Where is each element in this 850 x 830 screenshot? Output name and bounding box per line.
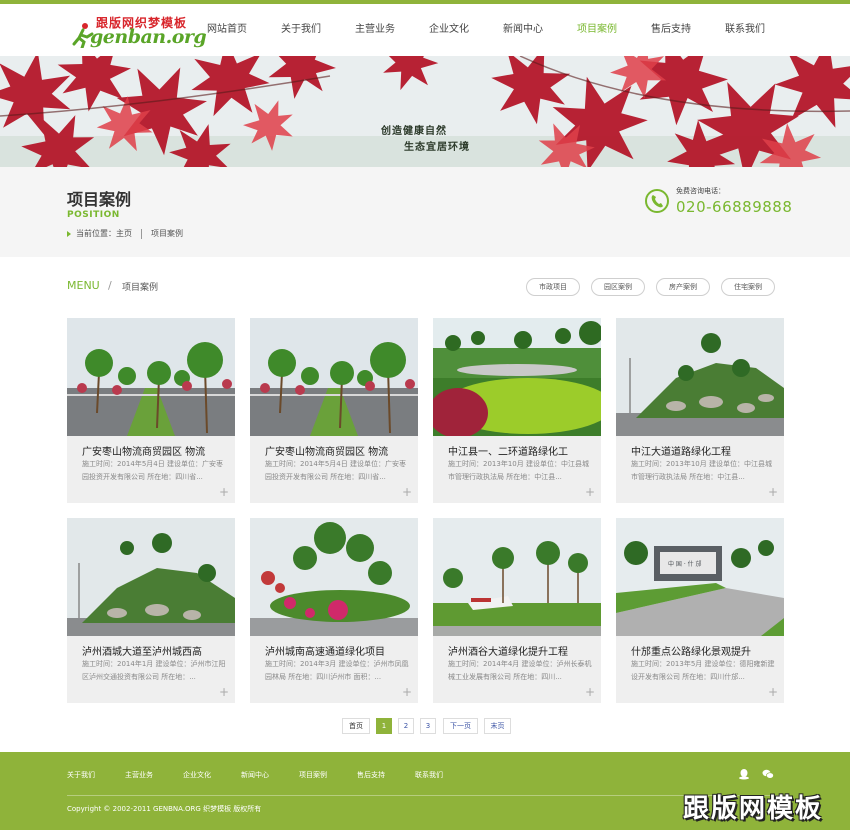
filter-realestate-button[interactable]: 房产案例 [656, 278, 710, 296]
nav-item-news[interactable]: 新闻中心 [486, 4, 560, 56]
project-title[interactable]: 什邡重点公路绿化景观提升 [631, 643, 781, 658]
plus-icon[interactable]: + [402, 686, 412, 698]
footer-link-culture[interactable]: 企业文化 [183, 770, 211, 782]
nav-item-contact[interactable]: 联系我们 [708, 4, 782, 56]
project-title[interactable]: 中江大道道路绿化工程 [631, 443, 781, 458]
project-image[interactable] [433, 518, 601, 636]
project-desc: 施工时间：2014年4月 建设单位：泸州长泰机械工业发展有限公司 所在地：四川.… [448, 660, 592, 681]
menu-slash: / [108, 279, 112, 292]
filter-park-button[interactable]: 园区案例 [591, 278, 645, 296]
banner-slogan-line1: 创造健康自然 [381, 126, 447, 137]
footer-link-projects[interactable]: 项目案例 [299, 770, 327, 782]
project-title[interactable]: 中江县一、二环道路绿化工 [448, 443, 598, 458]
project-desc: 施工时间：2014年1月 建设单位：泸州市江阳区泸州交通投资有限公司 所在地：.… [82, 660, 226, 681]
footer-link-business[interactable]: 主营业务 [125, 770, 153, 782]
project-desc: 施工时间：2014年5月4日 建设单位：广安枣园投资开发有限公司 所在地：四川省… [265, 460, 406, 481]
pagination-next-button[interactable]: 下一页 [443, 718, 478, 734]
project-desc: 施工时间：2013年10月 建设单位：中江县城市管理行政执法局 所在地：中江县.… [448, 460, 589, 481]
project-card[interactable]: 泸州酒城大道至泸州城西高 施工时间：2014年1月 建设单位：泸州市江阳区泸州交… [67, 518, 235, 703]
project-image[interactable]: 中 国 · 什 邡 [616, 518, 784, 636]
pagination-page-2[interactable]: 2 [398, 718, 414, 734]
nav-item-projects[interactable]: 项目案例 [560, 4, 634, 56]
pagination-last-button[interactable]: 末页 [484, 718, 511, 734]
project-image[interactable] [250, 518, 418, 636]
site-footer: 关于我们 主营业务 企业文化 新闻中心 项目案例 售后支持 联系我们 Copyr… [0, 752, 850, 830]
project-desc: 施工时间：2014年3月 建设单位：泸州市凤凰园林局 所在地：四川泸州市 面积：… [265, 660, 409, 681]
footer-social [738, 768, 774, 780]
nav-item-support[interactable]: 售后支持 [634, 4, 708, 56]
project-image[interactable] [67, 318, 235, 436]
site-header: 跟版网织梦模板 genban.org 网站首页 关于我们 主营业务 企业文化 新… [0, 4, 850, 56]
footer-link-contact[interactable]: 联系我们 [415, 770, 443, 782]
project-title[interactable]: 泸州酒谷大道绿化提升工程 [448, 643, 598, 658]
project-desc: 施工时间：2013年10月 建设单位：中江县城市管理行政执法局 所在地：中江县.… [631, 460, 772, 481]
triangle-right-icon [67, 230, 71, 237]
svg-text:中 国 · 什 邡: 中 国 · 什 邡 [668, 560, 702, 568]
plus-icon[interactable]: + [768, 686, 778, 698]
phone-number: 020-66889888 [676, 198, 793, 216]
filter-municipal-button[interactable]: 市政项目 [526, 278, 580, 296]
pagination-page-1[interactable]: 1 [376, 718, 392, 734]
project-desc: 施工时间：2014年5月4日 建设单位：广安枣园投资开发有限公司 所在地：四川省… [82, 460, 223, 481]
project-image[interactable] [433, 318, 601, 436]
project-image[interactable] [250, 318, 418, 436]
project-card[interactable]: 广安枣山物流商贸园区 物流 施工时间：2014年5月4日 建设单位：广安枣园投资… [67, 318, 235, 503]
logo-english-text: genban.org [90, 26, 207, 48]
page-subtitle: POSITION [67, 210, 120, 220]
footer-link-about[interactable]: 关于我们 [67, 770, 95, 782]
banner-slogan-line2: 生态宜居环境 [404, 142, 470, 153]
nav-item-business[interactable]: 主营业务 [338, 4, 412, 56]
project-card[interactable]: 泸州酒谷大道绿化提升工程 施工时间：2014年4月 建设单位：泸州长泰机械工业发… [433, 518, 601, 703]
plus-icon[interactable]: + [219, 486, 229, 498]
project-title[interactable]: 广安枣山物流商贸园区 物流 [82, 443, 232, 458]
project-image[interactable] [67, 518, 235, 636]
footer-link-support[interactable]: 售后支持 [357, 770, 385, 782]
project-desc: 施工时间：2013年5月 建设单位：德阳雍新建设开发有限公司 所在地：四川什邡.… [631, 660, 775, 681]
phone-icon [645, 189, 669, 213]
menu-current: 项目案例 [122, 283, 159, 293]
plus-icon[interactable]: + [768, 486, 778, 498]
breadcrumb-current[interactable]: 项目案例 [151, 228, 183, 239]
site-watermark: 跟版网模板 [683, 794, 824, 824]
pagination-page-3[interactable]: 3 [420, 718, 436, 734]
footer-nav: 关于我们 主营业务 企业文化 新闻中心 项目案例 售后支持 联系我们 [67, 770, 473, 782]
project-image[interactable] [616, 318, 784, 436]
wechat-icon[interactable] [762, 768, 774, 780]
filter-residential-button[interactable]: 住宅案例 [721, 278, 775, 296]
plus-icon[interactable]: + [585, 686, 595, 698]
nav-item-home[interactable]: 网站首页 [190, 4, 264, 56]
pagination-first-button[interactable]: 首页 [342, 718, 370, 734]
menu-label: MENU [67, 279, 100, 292]
site-logo[interactable]: 跟版网织梦模板 genban.org [72, 14, 207, 50]
footer-copyright: Copyright © 2002-2011 GENBNA.ORG 织梦模板 版权… [67, 805, 262, 813]
plus-icon[interactable]: + [585, 486, 595, 498]
page-title: 项目案例 [67, 190, 132, 209]
project-card[interactable]: 中 国 · 什 邡 什邡重点公路绿化景观提升 施工时间：2013年5月 建设单位… [616, 518, 784, 703]
breadcrumb-home[interactable]: 当前位置：主页 [76, 228, 132, 239]
project-title[interactable]: 泸州酒城大道至泸州城西高 [82, 643, 232, 658]
main-nav: 网站首页 关于我们 主营业务 企业文化 新闻中心 项目案例 售后支持 联系我们 [190, 4, 782, 56]
project-card[interactable]: 广安枣山物流商贸园区 物流 施工时间：2014年5月4日 建设单位：广安枣园投资… [250, 318, 418, 503]
phone-label: 免费咨询电话： [676, 187, 725, 195]
nav-item-about[interactable]: 关于我们 [264, 4, 338, 56]
breadcrumb: 当前位置：主页 项目案例 [67, 228, 183, 239]
breadcrumb-divider [141, 228, 142, 239]
project-title[interactable]: 泸州城南高速通道绿化项目 [265, 643, 415, 658]
plus-icon[interactable]: + [402, 486, 412, 498]
project-card[interactable]: 泸州城南高速通道绿化项目 施工时间：2014年3月 建设单位：泸州市凤凰园林局 … [250, 518, 418, 703]
pagination: 首页 1 2 3 下一页 末页 [0, 718, 850, 736]
plus-icon[interactable]: + [219, 686, 229, 698]
qq-icon[interactable] [738, 768, 750, 780]
hero-banner: 创造健康自然 生态宜居环境 [0, 56, 850, 167]
project-card[interactable]: 中江县一、二环道路绿化工 施工时间：2013年10月 建设单位：中江县城市管理行… [433, 318, 601, 503]
footer-divider [67, 795, 783, 796]
project-card[interactable]: 中江大道道路绿化工程 施工时间：2013年10月 建设单位：中江县城市管理行政执… [616, 318, 784, 503]
nav-item-culture[interactable]: 企业文化 [412, 4, 486, 56]
project-title[interactable]: 广安枣山物流商贸园区 物流 [265, 443, 415, 458]
footer-link-news[interactable]: 新闻中心 [241, 770, 269, 782]
